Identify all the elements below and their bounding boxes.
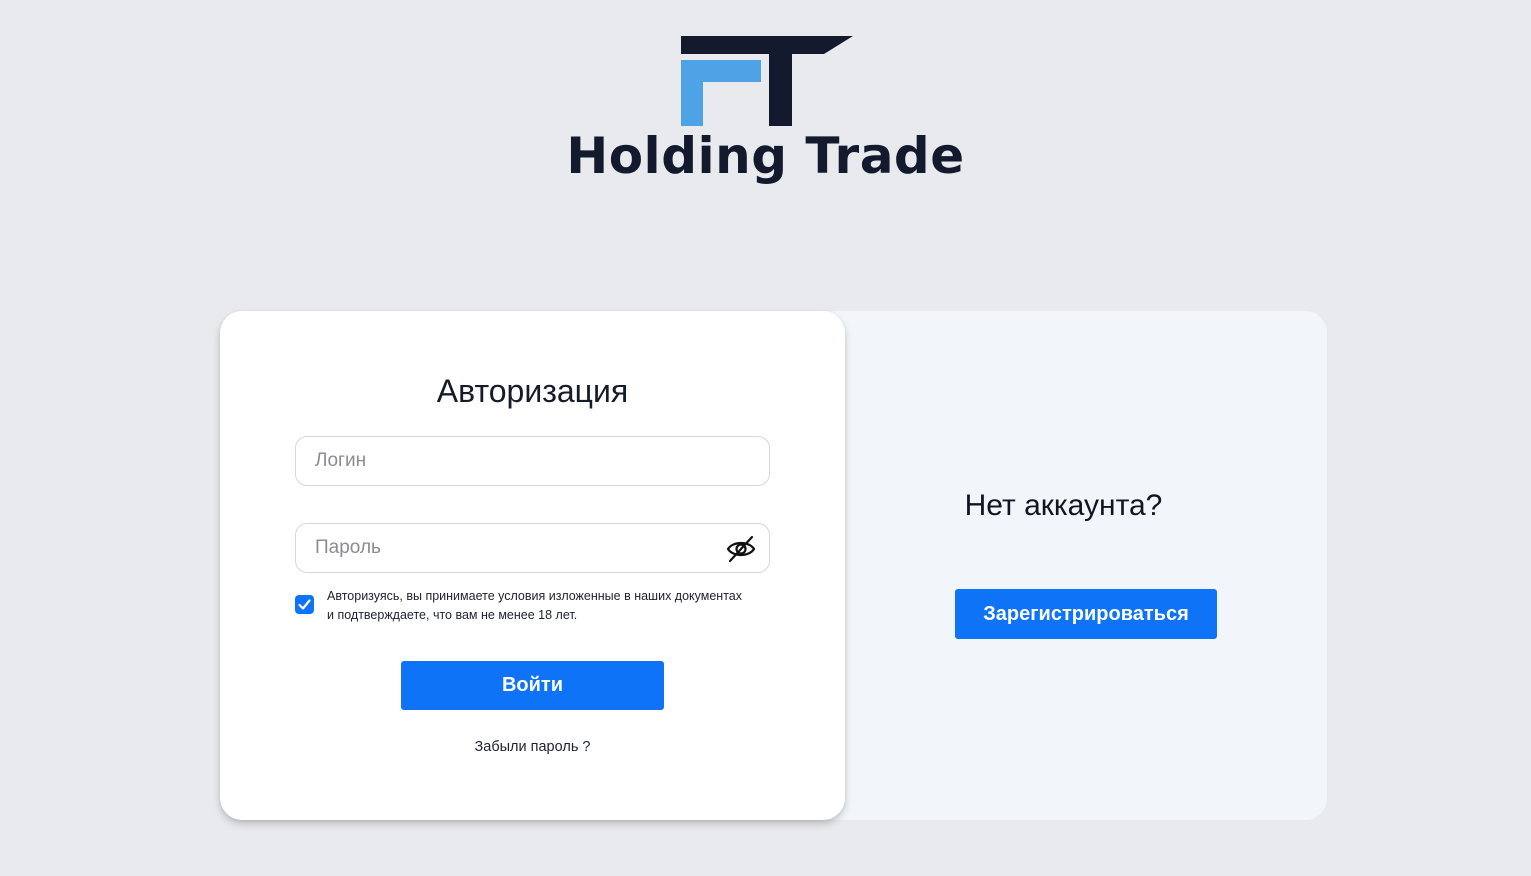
login-panel: Авторизация Авторизуясь, вы принимаете у… — [220, 311, 845, 820]
login-title: Авторизация — [436, 373, 629, 409]
logo-f-light — [680, 60, 761, 126]
consent-checkbox[interactable] — [295, 595, 314, 614]
login-submit-button[interactable]: Войти — [401, 661, 664, 710]
brand-name: Holding Trade — [566, 127, 965, 185]
consent-line-1: Авторизуясь, вы принимаете условия излож… — [327, 589, 742, 603]
login-input[interactable] — [296, 437, 769, 485]
consent-text: Авторизуясь, вы принимаете условия излож… — [327, 587, 757, 625]
register-title: Нет аккаунта? — [964, 489, 1163, 522]
checkmark-icon — [298, 599, 311, 610]
login-field-wrapper — [295, 436, 770, 486]
register-button[interactable]: Зарегистрироваться — [955, 589, 1217, 639]
password-field-wrapper — [295, 523, 770, 573]
ft-logo-mark — [680, 36, 853, 126]
register-panel: Нет аккаунта? Зарегистрироваться — [800, 311, 1327, 820]
logo-bar-top — [680, 36, 853, 54]
brand-logo: Holding Trade — [0, 30, 1531, 184]
password-input[interactable] — [296, 524, 769, 572]
eye-slash-icon[interactable] — [725, 533, 757, 565]
logo-stem-dark — [768, 36, 792, 126]
consent-line-2: и подтверждаете, что вам не менее 18 лет… — [327, 608, 578, 622]
forgot-password-link[interactable]: Забыли пароль ? — [220, 739, 845, 755]
